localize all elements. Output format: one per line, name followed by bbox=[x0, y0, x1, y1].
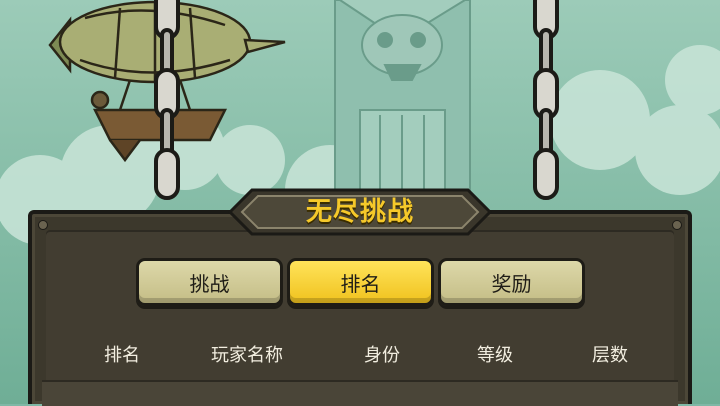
ranking-header-row: 排名 玩家名称 身份 等级 层数 bbox=[42, 336, 678, 376]
column-header-rank: 排名 bbox=[104, 345, 140, 366]
column-header-player-name: 玩家名称 bbox=[211, 345, 283, 366]
tab-challenge[interactable]: 挑战 bbox=[136, 258, 283, 306]
column-header-identity: 身份 bbox=[364, 345, 400, 366]
chain-left-icon bbox=[154, 0, 180, 200]
column-header-floors: 层数 bbox=[592, 345, 628, 366]
column-header-level: 等级 bbox=[477, 345, 513, 366]
tab-rewards-label: 奖励 bbox=[491, 271, 532, 296]
tab-rewards[interactable]: 奖励 bbox=[438, 258, 585, 306]
tower-icon bbox=[334, 0, 471, 201]
rivet-icon bbox=[672, 220, 682, 230]
tab-challenge-label: 挑战 bbox=[189, 271, 230, 296]
chain-right-icon bbox=[533, 0, 559, 200]
rivet-icon bbox=[38, 220, 48, 230]
ranking-list[interactable] bbox=[42, 380, 678, 406]
panel-inner bbox=[46, 230, 674, 404]
tab-ranking[interactable]: 排名 bbox=[287, 258, 434, 306]
dialog-title: 无尽挑战 bbox=[305, 197, 414, 227]
tab-ranking-label: 排名 bbox=[340, 271, 381, 296]
